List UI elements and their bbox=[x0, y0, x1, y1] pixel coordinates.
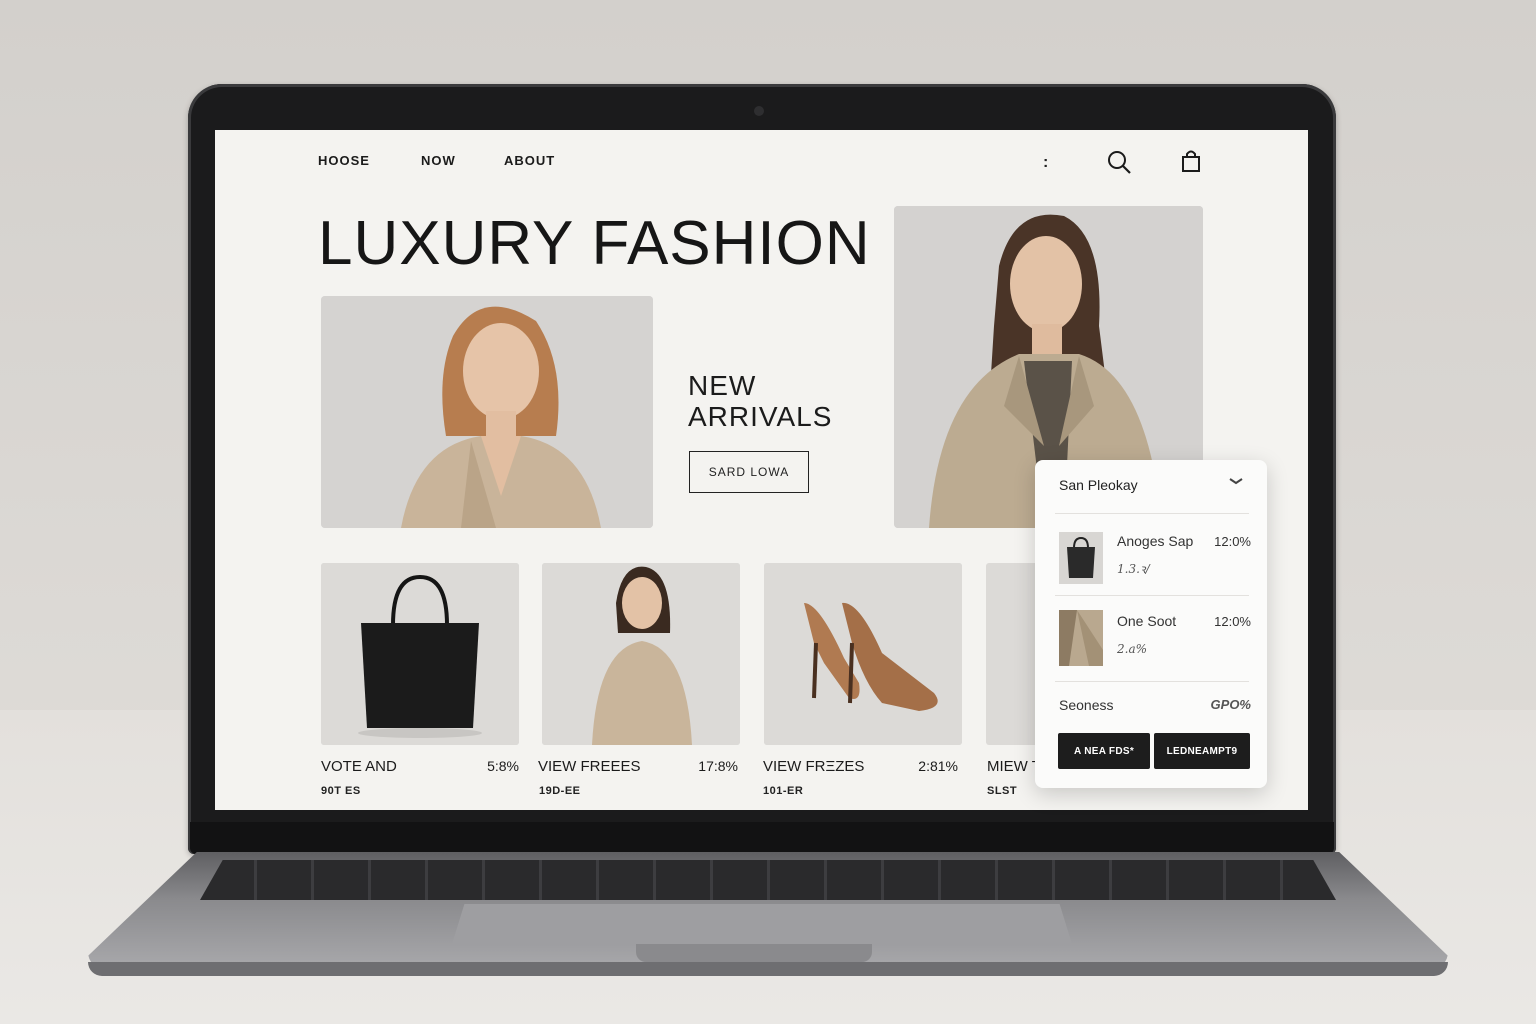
cart-item-name[interactable]: One Soot bbox=[1117, 613, 1176, 629]
product-tile-sweater[interactable] bbox=[542, 563, 740, 745]
view-cart-button[interactable]: A NEA FDS* bbox=[1058, 733, 1150, 769]
product-subtitle: 90T ES bbox=[321, 785, 361, 797]
cart-item-name[interactable]: Anoges Sap bbox=[1117, 533, 1193, 549]
product-name[interactable]: VIEW FRΞZES bbox=[763, 758, 864, 775]
new-arrivals-line1: NEW bbox=[688, 370, 757, 401]
trackpad bbox=[452, 904, 1072, 944]
product-subtitle: 101-ER bbox=[763, 785, 804, 797]
product-price: 17:8% bbox=[698, 758, 738, 774]
product-tile-heels[interactable] bbox=[764, 563, 962, 745]
laptop-front-edge bbox=[88, 962, 1448, 976]
cart-subtotal-label: Seoness bbox=[1059, 697, 1114, 713]
product-tile-bag[interactable] bbox=[321, 563, 519, 745]
cart-item-thumbnail bbox=[1059, 610, 1103, 666]
bag-icon[interactable] bbox=[1180, 148, 1202, 174]
nav-link-about[interactable]: ABOUT bbox=[504, 153, 555, 168]
shop-new-arrivals-button[interactable]: SARD LOWA bbox=[689, 451, 809, 493]
heels-image bbox=[764, 563, 962, 745]
cart-popover: San Pleokay Anoges Sap 12:0% 1.3.ꝛ/ One … bbox=[1035, 460, 1267, 788]
product-name[interactable]: MIEW T bbox=[987, 758, 1041, 775]
cart-title: San Pleokay bbox=[1059, 477, 1138, 493]
search-icon[interactable] bbox=[1106, 149, 1134, 177]
cart-subtotal-value: GPO% bbox=[1210, 697, 1251, 712]
hero-model-image[interactable] bbox=[321, 296, 653, 528]
product-name[interactable]: VIEW FREЕES bbox=[538, 758, 641, 775]
new-arrivals-heading: NEW ARRIVALS bbox=[688, 370, 832, 432]
new-arrivals-line2: ARRIVALS bbox=[688, 401, 833, 432]
product-price: 5:8% bbox=[487, 758, 519, 774]
chevron-down-icon[interactable] bbox=[1229, 476, 1243, 486]
nav-link-home[interactable]: HOOSE bbox=[318, 153, 370, 168]
product-subtitle: 19D-EE bbox=[539, 785, 581, 797]
screen-bezel bbox=[190, 822, 1334, 854]
checkout-button[interactable]: LEDNEAMPT9 bbox=[1154, 733, 1250, 769]
more-menu-icon[interactable]: : bbox=[1043, 154, 1048, 172]
sweater-model-image bbox=[542, 563, 740, 745]
cart-item-thumbnail bbox=[1059, 532, 1103, 584]
tote-bag-image bbox=[321, 563, 519, 745]
page-title: LUXURY FASHION bbox=[318, 209, 871, 278]
product-name[interactable]: VOTE AND bbox=[321, 758, 397, 775]
nav-link-now[interactable]: NOW bbox=[421, 153, 456, 168]
webcam bbox=[754, 106, 764, 116]
divider bbox=[1055, 513, 1249, 514]
lid-opening-notch bbox=[636, 944, 872, 962]
divider bbox=[1055, 595, 1249, 596]
cart-item-detail: 1.3.ꝛ/ bbox=[1117, 562, 1150, 576]
keyboard bbox=[200, 860, 1336, 900]
cart-item-price: 12:0% bbox=[1214, 534, 1251, 549]
product-price: 2:81% bbox=[918, 758, 958, 774]
product-subtitle: SLST bbox=[987, 785, 1018, 797]
model-illustration bbox=[321, 296, 653, 528]
divider bbox=[1055, 681, 1249, 682]
cart-item-price: 12:0% bbox=[1214, 614, 1251, 629]
cart-item-detail: 2.a% bbox=[1117, 642, 1148, 656]
